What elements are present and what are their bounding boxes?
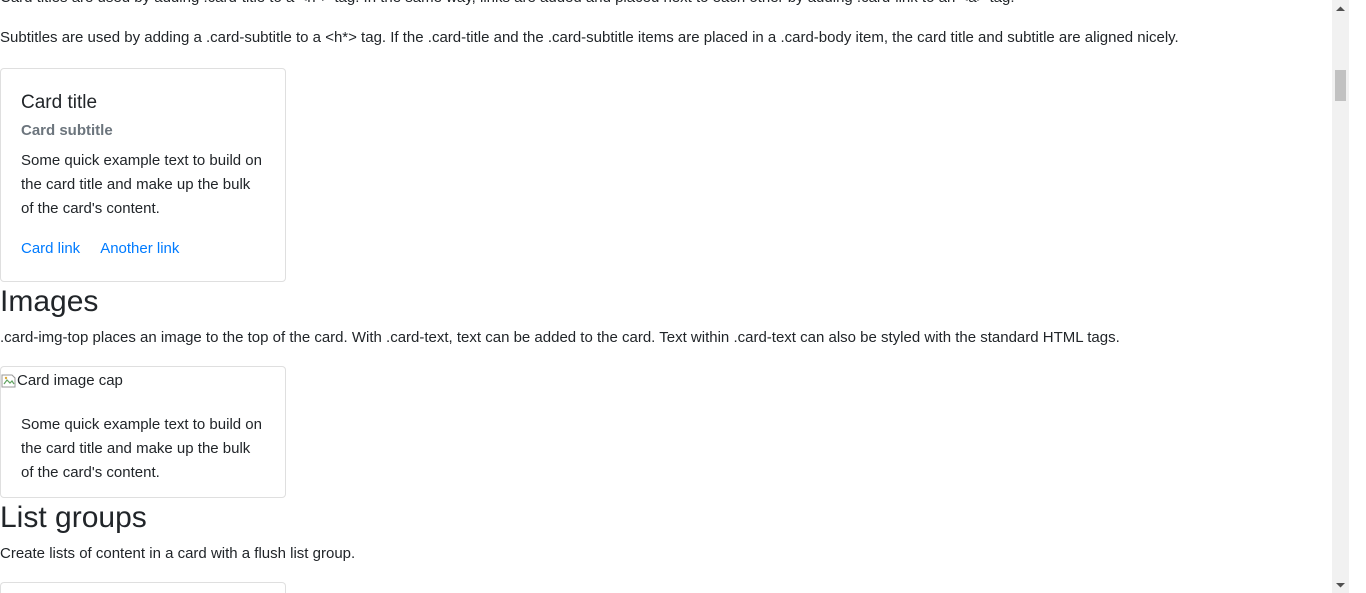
card-image-cap: Card image cap bbox=[1, 367, 285, 393]
page-content: Card titles are used by adding .card-tit… bbox=[0, 0, 1349, 593]
card-subtitle: Card subtitle bbox=[21, 122, 113, 139]
list-group-card bbox=[0, 582, 286, 593]
title-card-body: Card title Card subtitle Some quick exam… bbox=[1, 69, 285, 281]
card-title: Card title bbox=[21, 92, 98, 113]
card-text: Some quick example text to build on the … bbox=[21, 152, 262, 217]
images-description: .card-img-top places an image to the top… bbox=[0, 329, 1120, 346]
image-card: Card image cap Some quick example text t… bbox=[0, 366, 286, 498]
card-subtitles-description: Subtitles are used by adding a .card-sub… bbox=[0, 29, 1179, 46]
card-link[interactable]: Card link bbox=[21, 240, 80, 257]
card-image-alt-text: Card image cap bbox=[17, 372, 123, 389]
scroll-thumb[interactable] bbox=[1335, 70, 1346, 101]
another-link[interactable]: Another link bbox=[100, 240, 179, 257]
page-viewport: Card titles are used by adding .card-tit… bbox=[0, 0, 1349, 593]
card-links: Card link Another link bbox=[21, 237, 265, 261]
scroll-down-arrow-icon[interactable] bbox=[1332, 576, 1349, 593]
list-groups-heading: List groups bbox=[0, 501, 147, 534]
list-groups-description: Create lists of content in a card with a… bbox=[0, 545, 356, 562]
broken-image-icon bbox=[1, 373, 16, 389]
images-heading: Images bbox=[0, 285, 99, 318]
image-card-body: Some quick example text to build on the … bbox=[1, 393, 285, 497]
vertical-scrollbar[interactable] bbox=[1332, 0, 1349, 593]
scroll-up-arrow-icon[interactable] bbox=[1332, 0, 1349, 17]
card-titles-description: Card titles are used by adding .card-tit… bbox=[0, 0, 1349, 10]
title-card: Card title Card subtitle Some quick exam… bbox=[0, 68, 286, 282]
image-card-text: Some quick example text to build on the … bbox=[21, 416, 262, 481]
